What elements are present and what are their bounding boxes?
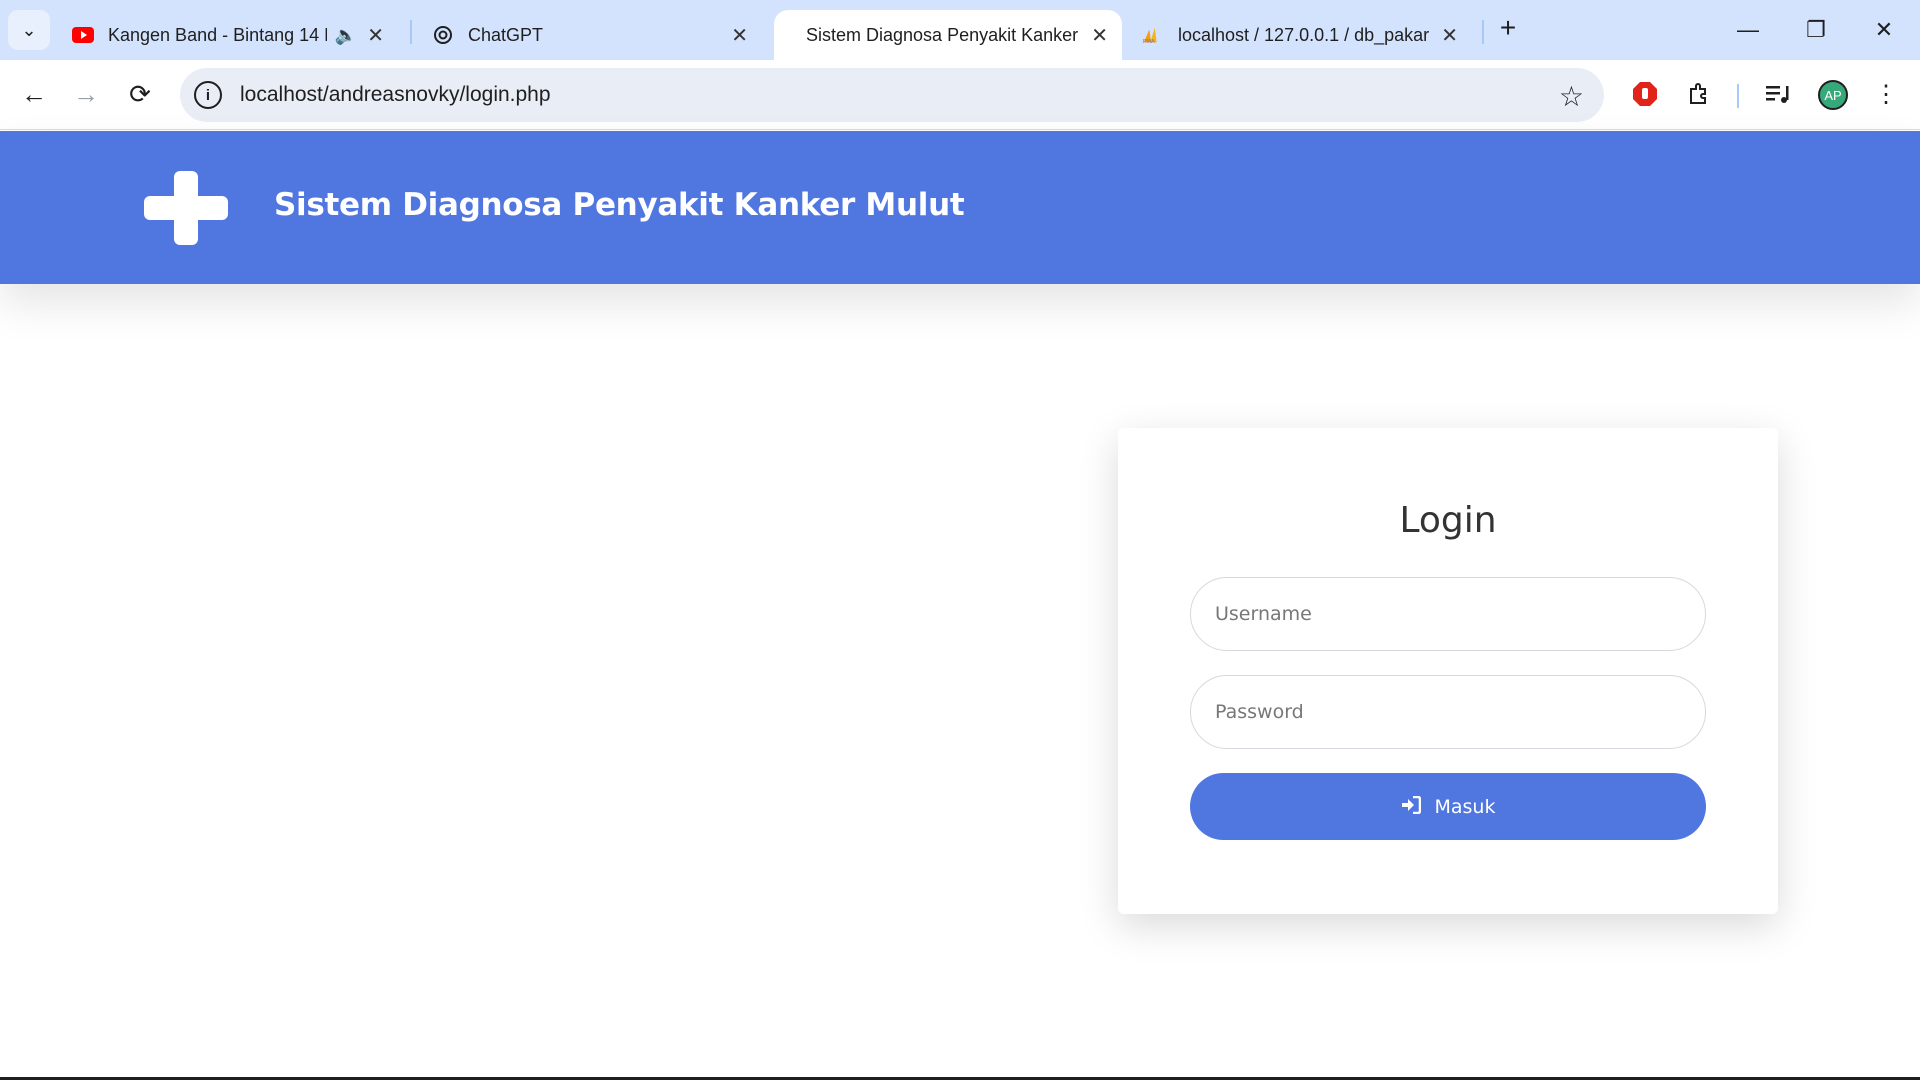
site-header: Sistem Diagnosa Penyakit Kanker Mulut (0, 131, 1920, 284)
arrow-left-icon: ← (21, 78, 47, 109)
media-control-icon[interactable] (1760, 76, 1796, 112)
login-heading: Login (1399, 500, 1497, 541)
tab-title: localhost / 127.0.0.1 / db_pakar (1178, 24, 1430, 45)
back-button[interactable]: ← (14, 74, 54, 114)
close-tab-icon[interactable]: ✕ (1091, 23, 1108, 48)
close-window-button[interactable]: ✕ (1864, 10, 1904, 50)
tab-youtube[interactable]: Kangen Band - Bintang 14 Hari 🔈 ✕ (58, 10, 398, 60)
address-bar[interactable]: i localhost/andreasnovky/login.php ☆ (180, 68, 1604, 122)
login-card: Login Masuk (1118, 428, 1778, 914)
site-info-icon[interactable]: i (194, 81, 222, 109)
sign-in-icon (1401, 795, 1421, 819)
username-input[interactable] (1190, 577, 1706, 651)
reload-button[interactable]: ⟳ (120, 74, 160, 114)
phpmyadmin-icon: PMA (1142, 24, 1164, 46)
minimize-button[interactable]: — (1728, 10, 1768, 50)
tab-title: ChatGPT (468, 24, 544, 45)
password-input[interactable] (1190, 675, 1706, 749)
masuk-label: Masuk (1434, 795, 1496, 818)
arrow-right-icon: → (73, 78, 99, 109)
extensions-puzzle-icon[interactable] (1681, 76, 1717, 112)
medical-cross-icon (144, 171, 228, 245)
adblock-extension-icon[interactable] (1627, 76, 1663, 112)
tab-strip: ⌄ Kangen Band - Bintang 14 Hari 🔈 ✕ Chat… (0, 0, 1920, 60)
restore-icon: ❐ (1806, 17, 1826, 42)
svg-text:PMA: PMA (1143, 39, 1155, 45)
page-content: Sistem Diagnosa Penyakit Kanker Mulut Lo… (0, 131, 1920, 1080)
close-tab-icon[interactable]: ✕ (731, 23, 748, 48)
restore-button[interactable]: ❐ (1796, 10, 1836, 50)
masuk-button[interactable]: Masuk (1190, 773, 1706, 840)
menu-kebab-icon[interactable]: ⋮ (1868, 76, 1904, 112)
close-tab-icon[interactable]: ✕ (1441, 23, 1458, 48)
chevron-down-icon: ⌄ (21, 19, 37, 40)
close-tab-icon[interactable]: ✕ (367, 23, 384, 48)
minimize-icon: — (1737, 17, 1759, 42)
url-text[interactable]: localhost/andreasnovky/login.php (240, 83, 551, 107)
chatgpt-icon (432, 24, 454, 46)
new-tab-button[interactable]: + (1492, 12, 1524, 44)
speaker-icon[interactable]: 🔈 (335, 25, 357, 46)
profile-avatar[interactable]: AP (1818, 80, 1848, 110)
reload-icon: ⟳ (129, 78, 151, 109)
tab-search-button[interactable]: ⌄ (8, 10, 50, 50)
toolbar-divider (1737, 84, 1739, 108)
close-icon: ✕ (1874, 17, 1894, 42)
tab-divider (410, 20, 412, 44)
tab-divider (1482, 20, 1484, 44)
tab-title: Sistem Diagnosa Penyakit Kanker Mulut (806, 24, 1081, 45)
tab-sistem-diagnosa[interactable]: Sistem Diagnosa Penyakit Kanker Mulut ✕ (774, 10, 1122, 60)
forward-button[interactable]: → (66, 74, 106, 114)
tab-chatgpt[interactable]: ChatGPT ✕ (418, 10, 762, 60)
site-title: Sistem Diagnosa Penyakit Kanker Mulut (274, 187, 965, 223)
tab-phpmyadmin[interactable]: PMA localhost / 127.0.0.1 / db_pakar ✕ (1128, 10, 1472, 60)
tab-title: Kangen Band - Bintang 14 Hari (108, 24, 327, 45)
plus-icon: + (1499, 12, 1517, 43)
youtube-icon (72, 24, 94, 46)
browser-toolbar: ← → ⟳ i localhost/andreasnovky/login.php… (0, 60, 1920, 130)
bookmark-star-icon[interactable]: ☆ (1559, 80, 1584, 113)
